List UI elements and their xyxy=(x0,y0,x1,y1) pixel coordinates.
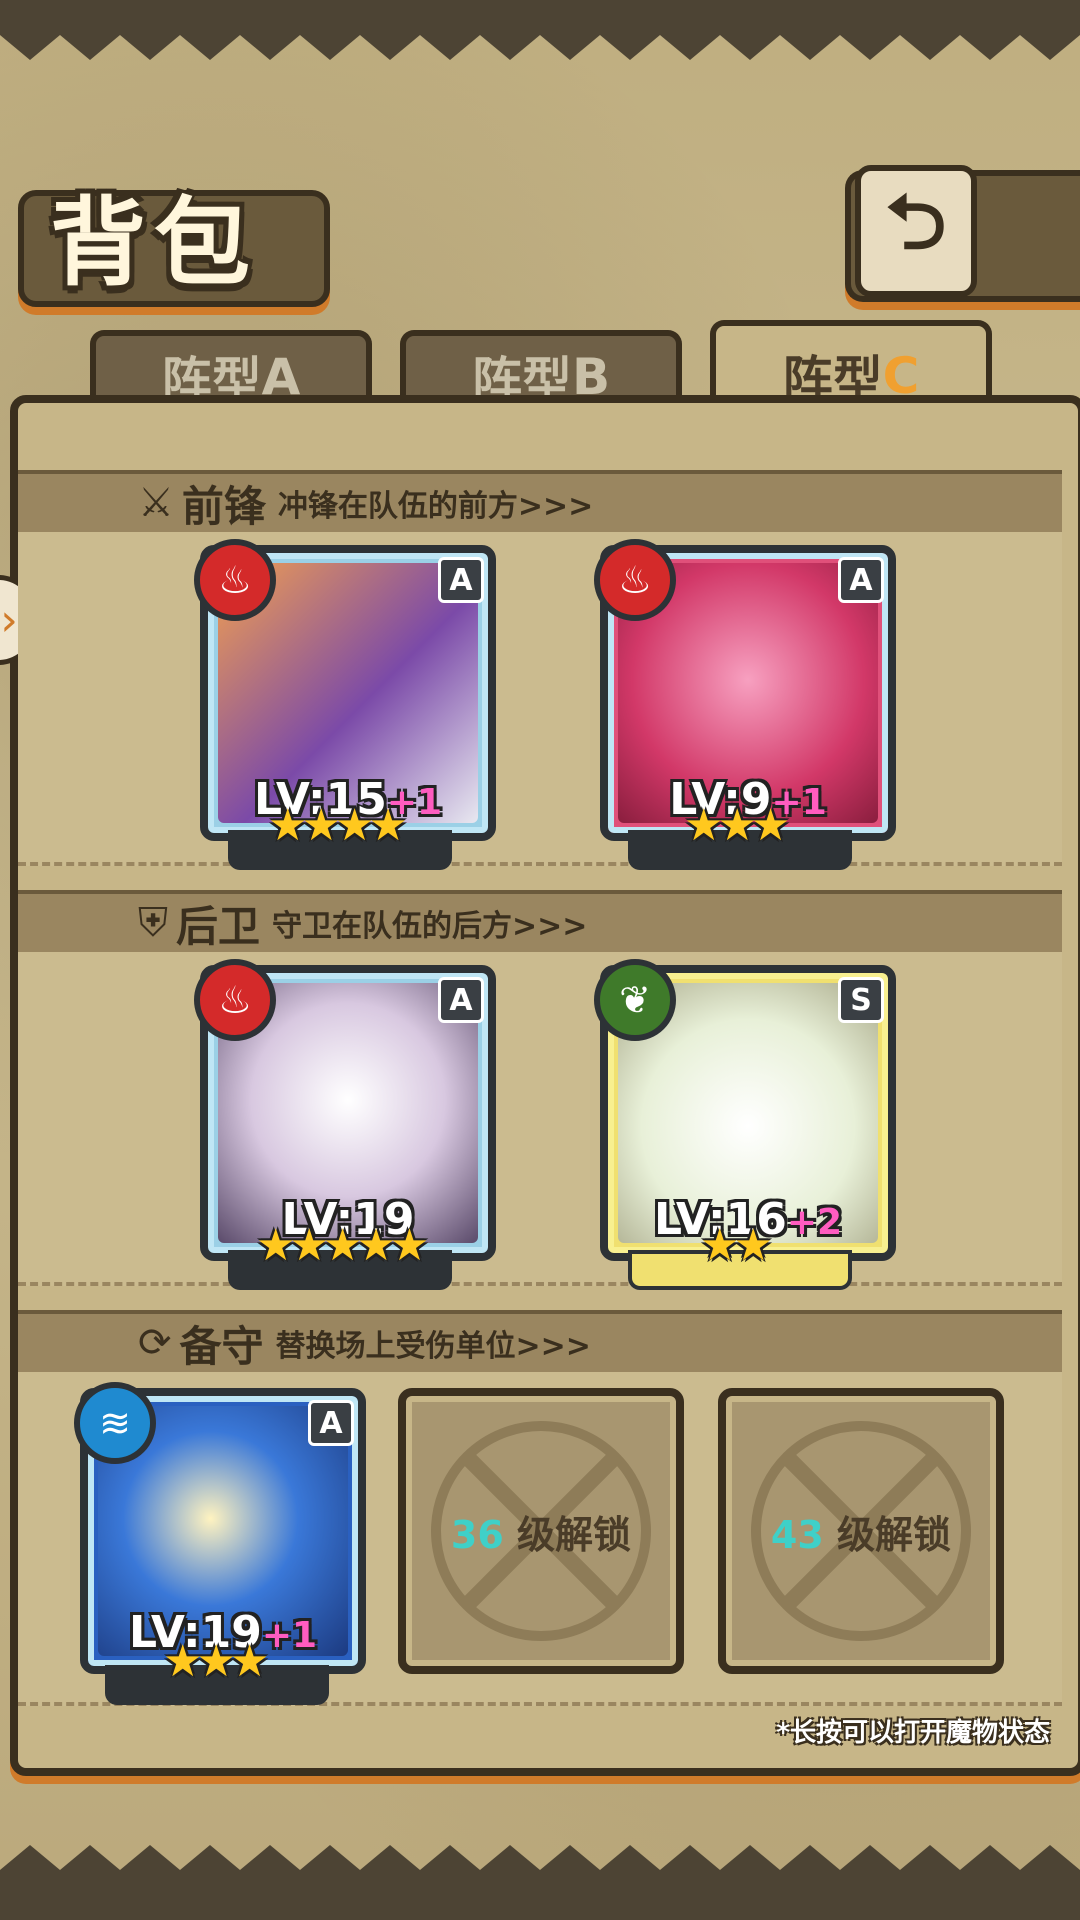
rank-badge: S xyxy=(838,977,884,1023)
level-bonus: +2 xyxy=(786,1202,843,1243)
water-element-icon: ≋ xyxy=(74,1382,156,1464)
bottom-border xyxy=(0,1845,1080,1920)
star-rating: ★★★ xyxy=(684,800,790,851)
unit-card[interactable]: A ≋ LV:19+1 xyxy=(74,1382,366,1674)
star-rating: ★★ xyxy=(700,1220,773,1271)
star-rating: ★★★★ xyxy=(268,800,408,851)
fire-element-icon: ♨ xyxy=(194,959,276,1041)
star-rating: ★★★★★ xyxy=(256,1220,429,1271)
unlock-text: 36 级解锁 xyxy=(406,1504,676,1559)
rank-badge: A xyxy=(308,1400,354,1446)
section-name: 前锋 xyxy=(181,481,266,531)
fire-element-icon: ♨ xyxy=(594,539,676,621)
unlock-level: 43 xyxy=(770,1513,824,1557)
section-name: 备守 xyxy=(179,1321,264,1371)
rank-badge: A xyxy=(838,557,884,603)
page-title: 背包 xyxy=(50,187,258,299)
unlock-label: 级解锁 xyxy=(517,1513,632,1557)
swap-icon: ⟳ xyxy=(138,1320,172,1366)
unit-card[interactable]: S ❦ LV:16+2 xyxy=(594,959,896,1261)
rank-badge: A xyxy=(438,557,484,603)
back-arrow-icon: ⮌ xyxy=(885,176,947,266)
unit-card[interactable]: A ♨ LV:19 xyxy=(194,959,496,1261)
section-reserve-header: ⟳ 备守 替换场上受伤单位>>> xyxy=(18,1310,1062,1376)
section-name: 后卫 xyxy=(176,901,261,951)
locked-slot: 43 级解锁 xyxy=(718,1388,1004,1674)
sword-icon: ⚔ xyxy=(138,480,174,526)
section-front-header: ⚔ 前锋 冲锋在队伍的前方>>> xyxy=(18,470,1062,536)
section-desc: 守卫在队伍的后方>>> xyxy=(272,909,588,944)
chevron-right-icon: › xyxy=(0,594,18,646)
locked-slot: 36 级解锁 xyxy=(398,1388,684,1674)
unit-card[interactable]: A ♨ LV:15+1 xyxy=(194,539,496,841)
back-button[interactable]: ⮌ xyxy=(855,165,977,297)
top-border xyxy=(0,0,1080,60)
shield-icon: ⛨ xyxy=(138,900,168,946)
section-back-header: ⛨ 后卫 守卫在队伍的后方>>> xyxy=(18,890,1062,956)
level-bonus: +1 xyxy=(261,1615,318,1656)
back-row xyxy=(18,952,1062,1286)
star-rating: ★★★ xyxy=(163,1636,269,1687)
unlock-level: 36 xyxy=(450,1513,504,1557)
unlock-label: 级解锁 xyxy=(837,1513,952,1557)
section-desc: 替换场上受伤单位>>> xyxy=(275,1329,591,1364)
fire-element-icon: ♨ xyxy=(194,539,276,621)
front-row xyxy=(18,532,1062,866)
section-desc: 冲锋在队伍的前方>>> xyxy=(277,489,594,524)
unlock-text: 43 级解锁 xyxy=(726,1504,996,1559)
long-press-hint: *长按可以打开魔物状态 xyxy=(776,1718,1050,1748)
rank-badge: A xyxy=(438,977,484,1023)
unit-card[interactable]: A ♨ LV:9+1 xyxy=(594,539,896,841)
leaf-element-icon: ❦ xyxy=(594,959,676,1041)
